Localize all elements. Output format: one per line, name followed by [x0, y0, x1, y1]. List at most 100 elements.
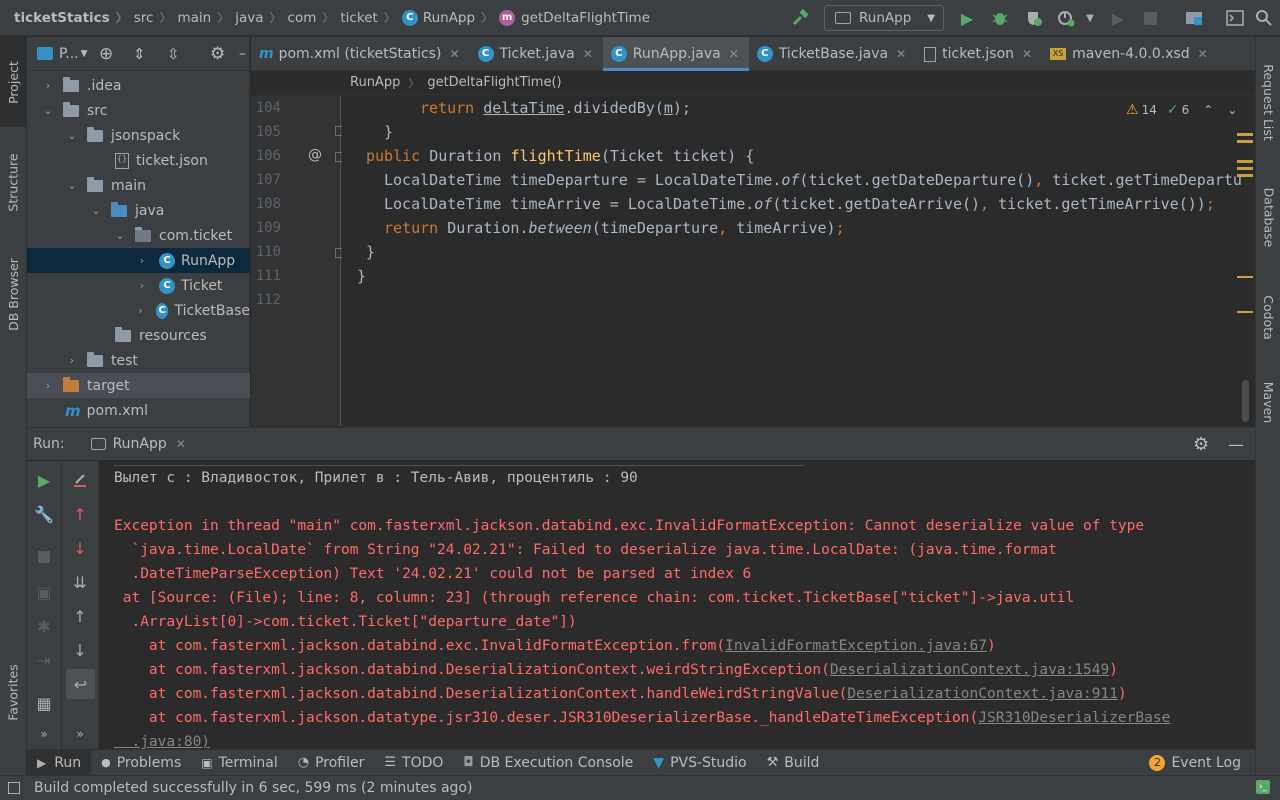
close-icon[interactable]: ✕: [449, 47, 459, 61]
arrow-up-icon[interactable]: ↑: [62, 601, 98, 631]
tool-tab-problems[interactable]: ● Problems: [91, 750, 191, 776]
locate-file-icon[interactable]: ⊕: [99, 44, 113, 64]
project-view-select[interactable]: P...: [59, 46, 79, 62]
crumb-main[interactable]: main 〉: [177, 0, 235, 36]
favorites-tool-tab[interactable]: Favorites: [0, 647, 27, 737]
previous-highlight-icon[interactable]: ⌃: [1203, 103, 1213, 117]
chevron-right-icon[interactable]: ›: [135, 254, 149, 267]
chevron-down-icon[interactable]: ⌄: [41, 104, 55, 117]
soft-wrap-icon[interactable]: ↩: [66, 669, 95, 699]
inspection-widget[interactable]: ⚠ 14 ✓ 6 ⌃ ⌄: [1126, 102, 1238, 118]
tab-pom-xml[interactable]: m pom.xml (ticketStatics) ✕: [251, 37, 470, 71]
source-link[interactable]: .java:80): [114, 734, 210, 749]
error-stripe-mark[interactable]: [1237, 174, 1253, 177]
debug-icon[interactable]: [990, 8, 1010, 28]
run-configuration-select[interactable]: RunApp ▼: [824, 5, 944, 31]
crumb-java[interactable]: java 〉: [235, 0, 287, 36]
crumb-project[interactable]: ticketStatics 〉: [0, 0, 134, 36]
error-stripe-mark[interactable]: [1237, 133, 1253, 136]
rerun-icon[interactable]: ▶: [27, 465, 61, 495]
close-icon[interactable]: ✕: [1022, 47, 1032, 61]
database-tool-tab[interactable]: Database: [1256, 172, 1280, 262]
chevron-right-icon[interactable]: ›: [65, 354, 79, 367]
tab-maven-xsd[interactable]: XS maven-4.0.0.xsd ✕: [1042, 37, 1218, 71]
source-link[interactable]: DeserializationContext.java:911: [847, 686, 1118, 702]
breadcrumb-class[interactable]: RunApp: [350, 75, 400, 90]
chevron-right-icon[interactable]: ›: [135, 279, 149, 292]
tab-ticketbase-java[interactable]: C TicketBase.java ✕: [749, 37, 916, 71]
code-editor[interactable]: return deltaTime.dividedBy(m); } public …: [342, 96, 1242, 426]
gear-icon[interactable]: ⚙: [210, 44, 225, 64]
terminal-window-icon[interactable]: [1225, 8, 1245, 28]
crumb-src[interactable]: src 〉: [134, 0, 178, 36]
next-highlight-icon[interactable]: ⌄: [1227, 103, 1237, 117]
tree-item-ticket[interactable]: › C Ticket: [27, 273, 250, 298]
tool-tab-todo[interactable]: ☰ TODO: [374, 750, 453, 776]
arrow-down-icon[interactable]: ↓: [62, 635, 98, 665]
gear-icon[interactable]: ⚙: [1193, 434, 1209, 455]
hide-panel-icon[interactable]: –: [239, 46, 246, 62]
build-hammer-icon[interactable]: [790, 8, 810, 28]
source-link[interactable]: InvalidFormatException.java:67: [725, 638, 987, 654]
more-run-options-icon[interactable]: ▼: [1080, 8, 1100, 28]
down-stack-icon[interactable]: ↓: [62, 533, 98, 563]
close-icon[interactable]: ✕: [176, 437, 186, 451]
project-tool-tab[interactable]: Project: [0, 37, 27, 127]
tool-windows-toggle-icon[interactable]: [8, 782, 20, 794]
tool-tab-pvs-studio[interactable]: ▼ PVS-Studio: [643, 750, 756, 776]
chevron-down-icon[interactable]: ⌄: [65, 129, 79, 142]
close-icon[interactable]: ✕: [1198, 47, 1208, 61]
tree-item-ticket-json[interactable]: {} ticket.json: [27, 148, 250, 173]
chevron-right-icon[interactable]: ›: [41, 379, 55, 392]
chevron-down-icon[interactable]: ▼: [81, 49, 88, 59]
profile-icon[interactable]: [1056, 8, 1076, 28]
tree-item-main[interactable]: ⌄ main: [27, 173, 250, 198]
project-structure-icon[interactable]: [1184, 8, 1204, 28]
maven-tool-tab[interactable]: Maven: [1256, 367, 1280, 437]
layout-icon[interactable]: ▦: [27, 688, 61, 718]
error-stripe-mark[interactable]: [1237, 311, 1253, 313]
editor-scrollbar[interactable]: [1242, 380, 1249, 422]
clear-console-icon[interactable]: [62, 465, 98, 495]
more-icon[interactable]: »: [27, 719, 61, 749]
crumb-ticket[interactable]: ticket 〉: [340, 0, 401, 36]
wrench-icon[interactable]: 🔧: [27, 499, 61, 529]
chevron-down-icon[interactable]: ⌄: [89, 204, 103, 217]
codota-tool-tab[interactable]: Codota: [1256, 277, 1280, 357]
source-link[interactable]: JSR310DeserializerBase: [978, 710, 1170, 726]
tab-ticket-java[interactable]: C Ticket.java ✕: [470, 37, 603, 71]
collapse-all-icon[interactable]: ⇳: [167, 45, 180, 63]
tool-tab-event-log[interactable]: 2 Event Log: [1139, 750, 1251, 776]
tree-item-pom[interactable]: m pom.xml: [27, 398, 250, 423]
run-tab-runapp[interactable]: RunApp ✕: [90, 436, 186, 452]
tree-item-jsonspack[interactable]: ⌄ jsonspack: [27, 123, 250, 148]
error-stripe-mark[interactable]: [1237, 167, 1253, 170]
chevron-right-icon[interactable]: ›: [41, 79, 55, 92]
tree-item-test[interactable]: › test: [27, 348, 250, 373]
close-icon[interactable]: ✕: [729, 47, 739, 61]
crumb-method[interactable]: m getDeltaFlightTime: [499, 0, 650, 36]
console-output[interactable]: Вылет с : Владивосток, Прилет в : Тель-А…: [100, 461, 1255, 749]
tool-tab-terminal[interactable]: ▣ Terminal: [191, 750, 288, 776]
source-link[interactable]: DeserializationContext.java:1549: [830, 662, 1109, 678]
close-icon[interactable]: ✕: [896, 47, 906, 61]
tree-item-runapp[interactable]: › C RunApp: [27, 248, 250, 273]
tree-item-src[interactable]: ⌄ src: [27, 98, 250, 123]
tree-item-target[interactable]: › target: [27, 373, 250, 398]
crumb-runapp[interactable]: C RunApp 〉: [401, 0, 499, 36]
error-stripe-mark[interactable]: [1237, 160, 1253, 163]
request-list-tool-tab[interactable]: Request List: [1256, 47, 1280, 157]
tab-ticket-json[interactable]: ticket.json ✕: [916, 37, 1042, 71]
db-browser-tool-tab[interactable]: DB Browser: [0, 242, 27, 347]
coverage-icon[interactable]: [1024, 8, 1044, 28]
tool-tab-db-console[interactable]: ◘ DB Execution Console: [453, 750, 643, 776]
tree-item-idea[interactable]: › .idea: [27, 73, 250, 98]
tab-runapp-java[interactable]: C RunApp.java ✕: [602, 37, 749, 71]
tree-item-resources[interactable]: resources: [27, 323, 250, 348]
codota-status-icon[interactable]: ›_: [1256, 780, 1270, 794]
error-stripe-mark[interactable]: [1237, 140, 1253, 143]
up-stack-icon[interactable]: ↑: [62, 499, 98, 529]
close-icon[interactable]: ✕: [583, 47, 593, 61]
more-icon[interactable]: »: [62, 719, 98, 749]
tool-tab-run[interactable]: ▶ Run: [27, 749, 92, 776]
